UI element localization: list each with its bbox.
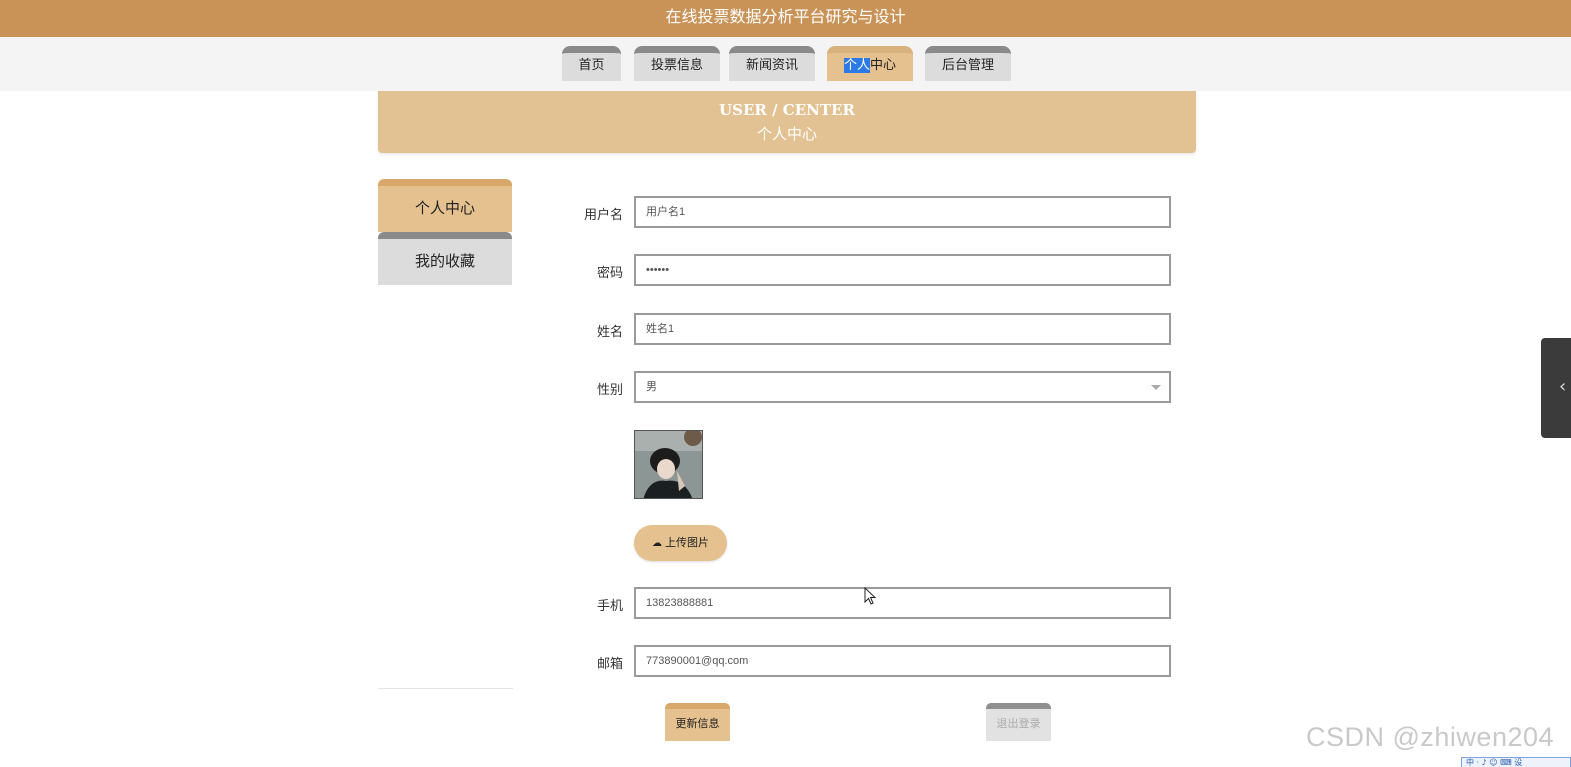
app-title: 在线投票数据分析平台研究与设计 xyxy=(0,0,1571,38)
sidebar-item-favorites[interactable]: 我的收藏 xyxy=(378,232,512,285)
phone-field[interactable]: 13823888881 xyxy=(634,587,1171,619)
watermark-text: CSDN @zhiwen204 xyxy=(1306,722,1555,752)
banner-title-zh: 个人中心 xyxy=(756,125,817,143)
nav-user-center-selected-text: 个人 xyxy=(843,58,870,73)
nav-home[interactable]: 首页 xyxy=(562,46,621,81)
gender-select[interactable]: 男 xyxy=(634,371,1171,403)
upload-image-label: 上传图片 xyxy=(665,536,709,549)
gender-label: 性别 xyxy=(596,383,623,398)
upload-image-button[interactable]: ☁ 上传图片 xyxy=(634,525,727,561)
update-info-button[interactable]: 更新信息 xyxy=(665,703,730,741)
email-field[interactable]: 773890001@qq.com xyxy=(634,645,1171,677)
chevron-left-icon: ‹ xyxy=(1559,376,1567,397)
nav-user-center-text: 中心 xyxy=(870,58,897,73)
side-drawer-tab[interactable]: ‹ xyxy=(1541,338,1571,438)
page-banner: USER / CENTER 个人中心 xyxy=(378,91,1196,153)
nav-news[interactable]: 新闻资讯 xyxy=(729,46,815,81)
username-label: 用户名 xyxy=(583,208,623,223)
nav-admin[interactable]: 后台管理 xyxy=(925,46,1011,81)
password-label: 密码 xyxy=(596,266,623,281)
ime-toolbar[interactable]: 中 · ♪ ☺ ⌨ 设 xyxy=(1461,757,1571,767)
main-nav: 首页 投票信息 新闻资讯 个人中心 后台管理 xyxy=(0,37,1571,91)
avatar-photo-icon xyxy=(635,431,702,498)
sidebar-item-user-center[interactable]: 个人中心 xyxy=(378,179,512,232)
avatar-image xyxy=(634,430,703,499)
name-field[interactable]: 姓名1 xyxy=(634,313,1171,345)
banner-title-en: USER / CENTER xyxy=(719,101,855,119)
mouse-cursor-icon xyxy=(864,587,877,605)
email-label: 邮箱 xyxy=(596,657,623,672)
logout-button[interactable]: 退出登录 xyxy=(986,703,1051,741)
nav-vote-info[interactable]: 投票信息 xyxy=(634,46,720,81)
phone-label: 手机 xyxy=(596,599,623,614)
sidebar-divider xyxy=(378,688,513,689)
name-label: 姓名 xyxy=(596,325,623,340)
nav-user-center[interactable]: 个人中心 xyxy=(827,46,913,81)
cloud-upload-icon: ☁ xyxy=(652,538,662,549)
chevron-down-icon xyxy=(1151,385,1161,390)
username-field[interactable]: 用户名1 xyxy=(634,196,1171,228)
password-field[interactable]: •••••• xyxy=(634,254,1171,286)
gender-value: 男 xyxy=(646,381,657,393)
